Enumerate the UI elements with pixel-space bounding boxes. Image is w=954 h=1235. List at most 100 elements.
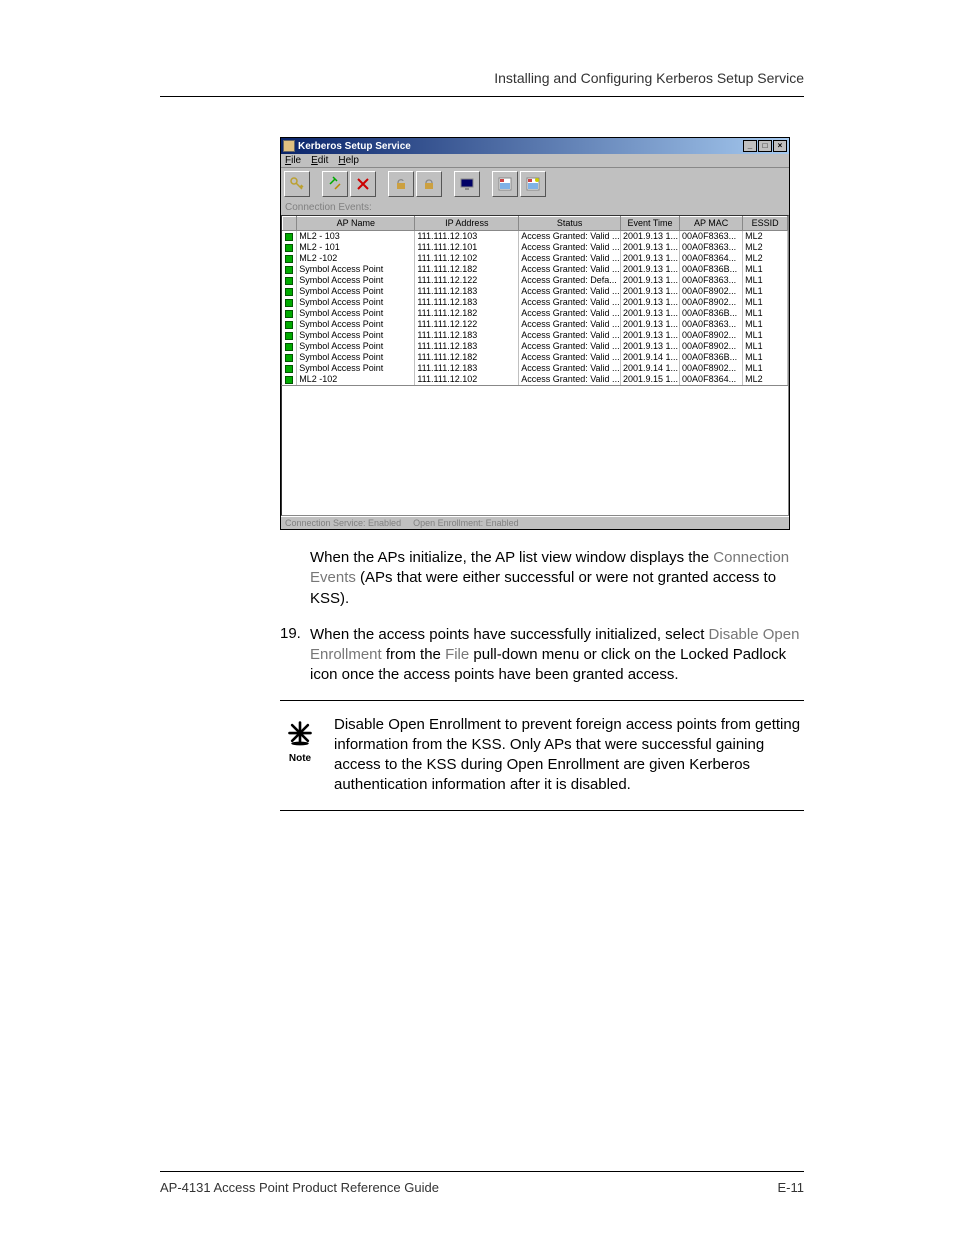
cell — [283, 297, 297, 308]
paragraph-connection-events: When the APs initialize, the AP list vie… — [310, 548, 804, 609]
cell: 111.111.12.183 — [415, 286, 519, 297]
cell: ML1 — [743, 341, 788, 352]
step-19: 19. When the access points have successf… — [280, 625, 804, 686]
table-row[interactable]: Symbol Access Point111.111.12.183Access … — [283, 341, 788, 352]
status-dot-icon — [285, 332, 293, 340]
table-row[interactable]: Symbol Access Point111.111.12.122Access … — [283, 275, 788, 286]
list2-icon[interactable] — [520, 171, 546, 197]
cell: ML2 — [743, 374, 788, 385]
note-label: Note — [280, 753, 320, 764]
cell: 2001.9.13 1... — [621, 253, 680, 264]
cell: 111.111.12.101 — [415, 242, 519, 253]
cell: 00A0F8363... — [680, 319, 743, 330]
cell: 00A0F8902... — [680, 363, 743, 374]
note-text: Disable Open Enrollment to prevent forei… — [320, 715, 804, 796]
table-row[interactable]: Symbol Access Point111.111.12.122Access … — [283, 319, 788, 330]
cell: 00A0F8902... — [680, 297, 743, 308]
cell — [283, 341, 297, 352]
cell: 2001.9.13 1... — [621, 275, 680, 286]
cell: 2001.9.13 1... — [621, 242, 680, 253]
col-header[interactable] — [283, 217, 297, 231]
events-table[interactable]: AP NameIP AddressStatusEvent TimeAP MACE… — [281, 215, 789, 386]
cell: Access Granted: Valid ... — [519, 341, 621, 352]
connect-icon[interactable] — [322, 171, 348, 197]
disconnect-icon[interactable] — [350, 171, 376, 197]
table-row[interactable]: ML2 - 103111.111.12.103Access Granted: V… — [283, 231, 788, 243]
table-row[interactable]: ML2 - 101111.111.12.101Access Granted: V… — [283, 242, 788, 253]
note-rule-bottom — [280, 810, 804, 811]
table-empty-area — [281, 386, 789, 516]
lock-open-icon[interactable] — [388, 171, 414, 197]
cell: Symbol Access Point — [297, 264, 415, 275]
menu-bar[interactable]: File Edit Help — [281, 154, 789, 168]
section-label: Connection Events: — [281, 200, 789, 215]
kss-window: Kerberos Setup Service _ □ × File Edit H… — [280, 137, 790, 530]
menu-file[interactable]: File — [285, 155, 301, 166]
table-row[interactable]: Symbol Access Point111.111.12.182Access … — [283, 264, 788, 275]
list1-icon[interactable] — [492, 171, 518, 197]
cell: Access Granted: Valid ... — [519, 319, 621, 330]
cell: ML2 -102 — [297, 374, 415, 385]
cell — [283, 286, 297, 297]
col-header[interactable]: IP Address — [415, 217, 519, 231]
table-row[interactable]: Symbol Access Point111.111.12.183Access … — [283, 297, 788, 308]
cell: Access Granted: Valid ... — [519, 286, 621, 297]
cell: 00A0F836B... — [680, 264, 743, 275]
maximize-button[interactable]: □ — [758, 140, 772, 152]
cell — [283, 264, 297, 275]
cell — [283, 253, 297, 264]
table-row[interactable]: ML2 -102111.111.12.102Access Granted: Va… — [283, 253, 788, 264]
cell — [283, 352, 297, 363]
cell — [283, 374, 297, 385]
table-row[interactable]: Symbol Access Point111.111.12.183Access … — [283, 330, 788, 341]
status-dot-icon — [285, 343, 293, 351]
table-row[interactable]: Symbol Access Point111.111.12.183Access … — [283, 286, 788, 297]
table-row[interactable]: ML2 -102111.111.12.102Access Granted: Va… — [283, 374, 788, 385]
status-dot-icon — [285, 310, 293, 318]
cell: 2001.9.13 1... — [621, 297, 680, 308]
status-enrollment: Open Enrollment: Enabled — [413, 518, 519, 528]
screen-icon[interactable] — [454, 171, 480, 197]
cell: ML1 — [743, 319, 788, 330]
status-dot-icon — [285, 365, 293, 373]
cell: Access Granted: Valid ... — [519, 242, 621, 253]
col-header[interactable]: ESSID — [743, 217, 788, 231]
footer-doc-title: AP-4131 Access Point Product Reference G… — [160, 1180, 439, 1195]
cell: 00A0F8902... — [680, 341, 743, 352]
col-header[interactable]: Status — [519, 217, 621, 231]
cell: Access Granted: Valid ... — [519, 374, 621, 385]
status-dot-icon — [285, 244, 293, 252]
cell: 00A0F836B... — [680, 308, 743, 319]
cell: Access Granted: Valid ... — [519, 253, 621, 264]
cell — [283, 319, 297, 330]
cell: 111.111.12.182 — [415, 308, 519, 319]
table-row[interactable]: Symbol Access Point111.111.12.182Access … — [283, 308, 788, 319]
lock-closed-icon[interactable] — [416, 171, 442, 197]
status-dot-icon — [285, 266, 293, 274]
col-header[interactable]: AP Name — [297, 217, 415, 231]
close-button[interactable]: × — [773, 140, 787, 152]
col-header[interactable]: Event Time — [621, 217, 680, 231]
table-row[interactable]: Symbol Access Point111.111.12.183Access … — [283, 363, 788, 374]
menu-edit[interactable]: Edit — [311, 155, 328, 166]
cell — [283, 231, 297, 243]
cell: ML1 — [743, 286, 788, 297]
cell: 111.111.12.183 — [415, 297, 519, 308]
key-icon[interactable] — [284, 171, 310, 197]
cell: 00A0F8364... — [680, 253, 743, 264]
table-row[interactable]: Symbol Access Point111.111.12.182Access … — [283, 352, 788, 363]
cell: 111.111.12.102 — [415, 374, 519, 385]
window-titlebar[interactable]: Kerberos Setup Service _ □ × — [281, 138, 789, 154]
note-block: Note Disable Open Enrollment to prevent … — [280, 715, 804, 796]
cell: ML2 - 103 — [297, 231, 415, 243]
cell: 00A0F8363... — [680, 242, 743, 253]
menu-help[interactable]: Help — [338, 155, 359, 166]
step-number: 19. — [280, 625, 310, 686]
page-footer: AP-4131 Access Point Product Reference G… — [160, 1171, 804, 1195]
col-header[interactable]: AP MAC — [680, 217, 743, 231]
cell: ML1 — [743, 352, 788, 363]
cell: ML1 — [743, 297, 788, 308]
minimize-button[interactable]: _ — [743, 140, 757, 152]
window-title: Kerberos Setup Service — [298, 141, 743, 152]
cell: 00A0F8364... — [680, 374, 743, 385]
